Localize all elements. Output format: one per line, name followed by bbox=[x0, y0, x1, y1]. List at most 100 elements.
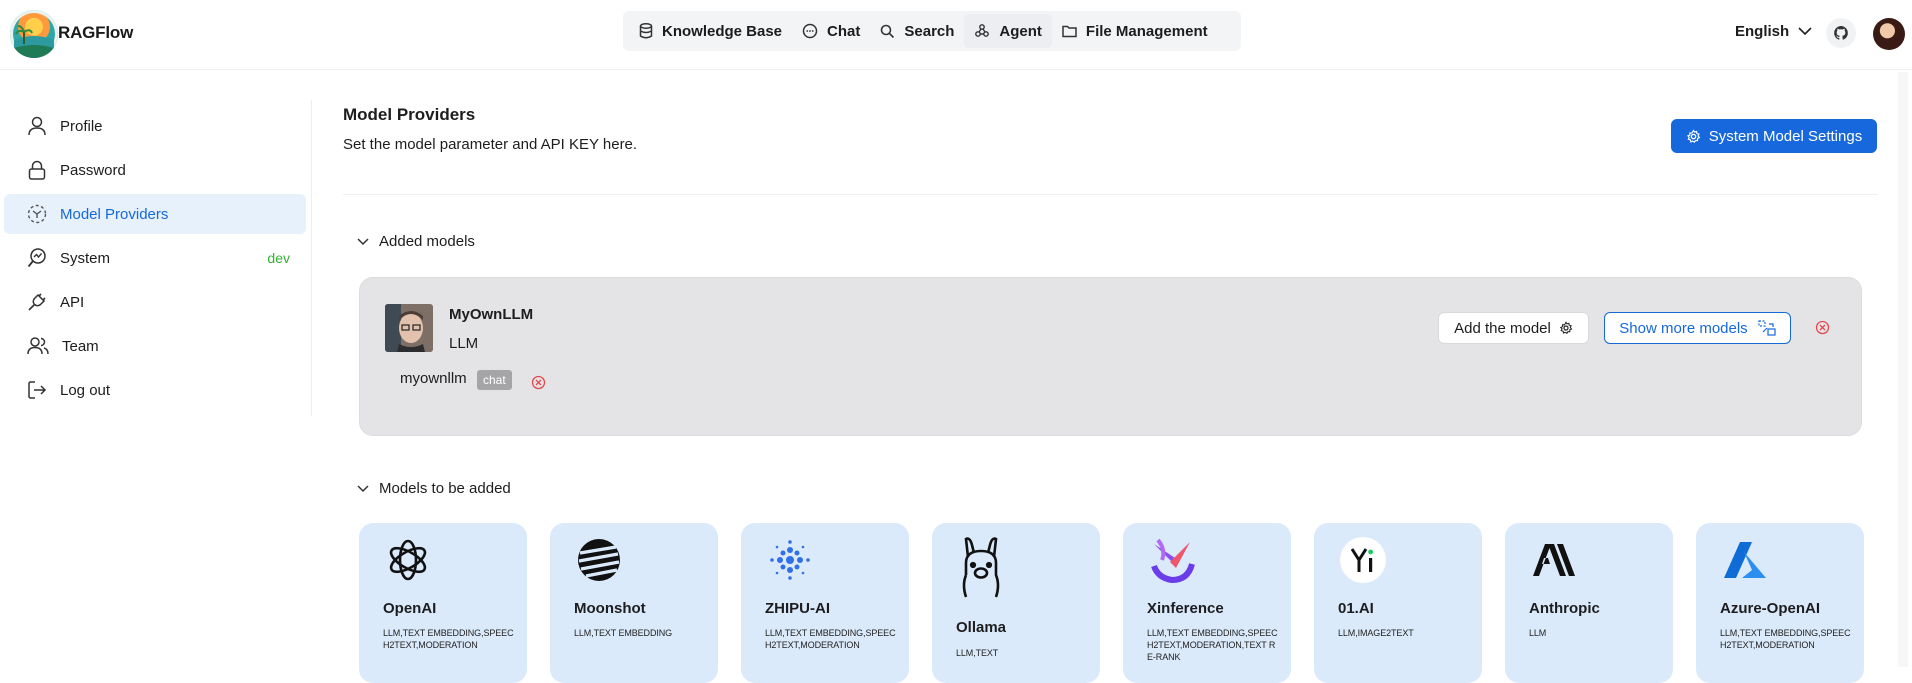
nav-label: Knowledge Base bbox=[662, 22, 783, 40]
sidebar-item-label: Team bbox=[62, 337, 99, 355]
nav-file-management[interactable]: File Management bbox=[1052, 14, 1218, 48]
folder-icon bbox=[1062, 25, 1077, 38]
chat-bubble-icon bbox=[802, 23, 818, 39]
model-list-item-name: myownllm bbox=[400, 370, 467, 387]
anthropic-icon bbox=[1529, 535, 1579, 585]
nav-label: File Management bbox=[1085, 22, 1208, 40]
lock-icon bbox=[28, 160, 46, 180]
page-scrollbar[interactable] bbox=[1898, 72, 1908, 667]
provider-name: Xinference bbox=[1147, 600, 1224, 617]
provider-card-01ai[interactable]: 01.AI LLM,IMAGE2TEXT bbox=[1314, 523, 1482, 683]
github-icon bbox=[1834, 26, 1848, 40]
system-monitor-icon bbox=[27, 248, 46, 268]
github-button[interactable] bbox=[1826, 18, 1856, 48]
provider-name: ZHIPU-AI bbox=[765, 600, 830, 617]
nav-label: Search bbox=[904, 22, 955, 40]
sidebar-item-system[interactable]: System dev bbox=[4, 238, 306, 278]
provider-tags: LLM,TEXT EMBEDDING,SPEECH2TEXT,MODERATIO… bbox=[1147, 628, 1278, 662]
show-more-models-button[interactable]: Show more models bbox=[1604, 312, 1791, 344]
added-model-name: MyOwnLLM bbox=[449, 306, 534, 323]
provider-tags: LLM,TEXT EMBEDDING,SPEECH2TEXT,MODERATIO… bbox=[765, 628, 896, 650]
sidebar-item-profile[interactable]: Profile bbox=[4, 106, 306, 146]
sidebar-item-model-providers[interactable]: Model Providers bbox=[4, 194, 306, 234]
added-model-tags: LLM bbox=[449, 335, 479, 352]
logout-icon bbox=[28, 381, 47, 399]
show-more-models-label: Show more models bbox=[1619, 319, 1748, 337]
sidebar-item-team[interactable]: Team bbox=[4, 326, 306, 366]
delete-provider-icon[interactable] bbox=[1815, 320, 1830, 340]
added-models-toggle[interactable]: Added models bbox=[357, 233, 475, 250]
provider-name: Azure-OpenAI bbox=[1720, 600, 1821, 617]
provider-card-openai[interactable]: OpenAI LLM,TEXT EMBEDDING,SPEECH2TEXT,MO… bbox=[359, 523, 527, 683]
system-model-settings-button[interactable]: System Model Settings bbox=[1671, 119, 1877, 153]
chevron-down-icon bbox=[357, 484, 369, 492]
delete-model-icon[interactable] bbox=[531, 375, 546, 395]
provider-tags: LLM bbox=[1529, 628, 1547, 638]
model-type-badge: chat bbox=[477, 370, 512, 390]
search-icon bbox=[881, 24, 895, 38]
page-title: Model Providers bbox=[343, 105, 476, 124]
moonshot-icon bbox=[574, 535, 624, 585]
provider-card-moonshot[interactable]: Moonshot LLM,TEXT EMBEDDING bbox=[550, 523, 718, 683]
model-provider-avatar bbox=[385, 304, 433, 352]
database-icon bbox=[639, 23, 653, 39]
language-select[interactable]: English bbox=[1735, 23, 1812, 40]
chevron-down-icon bbox=[357, 237, 369, 245]
sidebar-item-logout[interactable]: Log out bbox=[4, 370, 306, 410]
provider-card-zhipu-ai[interactable]: ZHIPU-AI LLM,TEXT EMBEDDING,SPEECH2TEXT,… bbox=[741, 523, 909, 683]
openai-icon bbox=[383, 535, 433, 585]
agent-graph-icon bbox=[975, 24, 990, 37]
plug-icon bbox=[28, 293, 46, 311]
user-icon bbox=[28, 116, 46, 136]
system-model-settings-label: System Model Settings bbox=[1708, 127, 1863, 145]
sidebar-item-api[interactable]: API bbox=[4, 282, 306, 322]
env-badge: dev bbox=[267, 250, 290, 266]
brand-name: RAGFlow bbox=[58, 23, 134, 42]
model-providers-icon bbox=[27, 204, 47, 224]
provider-name: Anthropic bbox=[1529, 600, 1600, 617]
sidebar-item-label: API bbox=[60, 293, 85, 311]
provider-card-grid: OpenAI LLM,TEXT EMBEDDING,SPEECH2TEXT,MO… bbox=[359, 523, 1864, 683]
chevron-down-icon bbox=[1798, 27, 1812, 36]
sidebar-item-password[interactable]: Password bbox=[4, 150, 306, 190]
nav-search[interactable]: Search bbox=[870, 14, 964, 48]
provider-card-ollama[interactable]: Ollama LLM,TEXT bbox=[932, 523, 1100, 683]
ollama-icon bbox=[956, 535, 1006, 601]
models-to-be-added-toggle[interactable]: Models to be added bbox=[357, 480, 511, 497]
provider-name: Ollama bbox=[956, 619, 1007, 636]
nav-label: Chat bbox=[827, 22, 861, 40]
nav-knowledge-base[interactable]: Knowledge Base bbox=[629, 14, 792, 48]
provider-tags: LLM,TEXT bbox=[956, 648, 999, 658]
expand-models-icon bbox=[1758, 320, 1776, 336]
added-model-card: MyOwnLLM LLM Add the model Show more mod… bbox=[359, 277, 1862, 436]
top-header: RAGFlow Knowledge Base Chat Search Agent… bbox=[0, 0, 1912, 70]
nav-agent[interactable]: Agent bbox=[964, 14, 1052, 48]
ragflow-logo[interactable] bbox=[10, 10, 58, 58]
add-the-model-button[interactable]: Add the model bbox=[1438, 312, 1589, 344]
settings-gear-icon bbox=[1559, 321, 1573, 335]
provider-name: Moonshot bbox=[574, 600, 646, 617]
user-avatar[interactable] bbox=[1873, 18, 1905, 50]
add-the-model-label: Add the model bbox=[1454, 319, 1551, 337]
sidebar-item-label: Log out bbox=[60, 381, 111, 399]
settings-sidebar: Profile Password Model Providers System … bbox=[0, 100, 312, 416]
section-title: Models to be added bbox=[379, 480, 511, 497]
nav-chat[interactable]: Chat bbox=[792, 14, 870, 48]
provider-name: 01.AI bbox=[1338, 600, 1374, 617]
provider-tags: LLM,TEXT EMBEDDING,SPEECH2TEXT,MODERATIO… bbox=[1720, 628, 1851, 650]
team-icon bbox=[27, 337, 49, 355]
provider-card-azure-openai[interactable]: Azure-OpenAI LLM,TEXT EMBEDDING,SPEECH2T… bbox=[1696, 523, 1864, 683]
xinference-icon bbox=[1147, 535, 1197, 585]
page-subtitle: Set the model parameter and API KEY here… bbox=[343, 136, 638, 153]
01ai-icon bbox=[1338, 535, 1388, 585]
provider-tags: LLM,TEXT EMBEDDING,SPEECH2TEXT,MODERATIO… bbox=[383, 628, 514, 650]
nav-label: Agent bbox=[999, 22, 1042, 40]
provider-card-xinference[interactable]: Xinference LLM,TEXT EMBEDDING,SPEECH2TEX… bbox=[1123, 523, 1291, 683]
provider-tags: LLM,TEXT EMBEDDING bbox=[574, 628, 673, 638]
settings-gear-icon bbox=[1686, 128, 1701, 143]
sidebar-item-label: System bbox=[60, 249, 111, 267]
sidebar-item-label: Model Providers bbox=[60, 205, 169, 223]
provider-card-anthropic[interactable]: Anthropic LLM bbox=[1505, 523, 1673, 683]
header-divider bbox=[343, 194, 1878, 195]
zhipu-icon bbox=[765, 535, 815, 585]
